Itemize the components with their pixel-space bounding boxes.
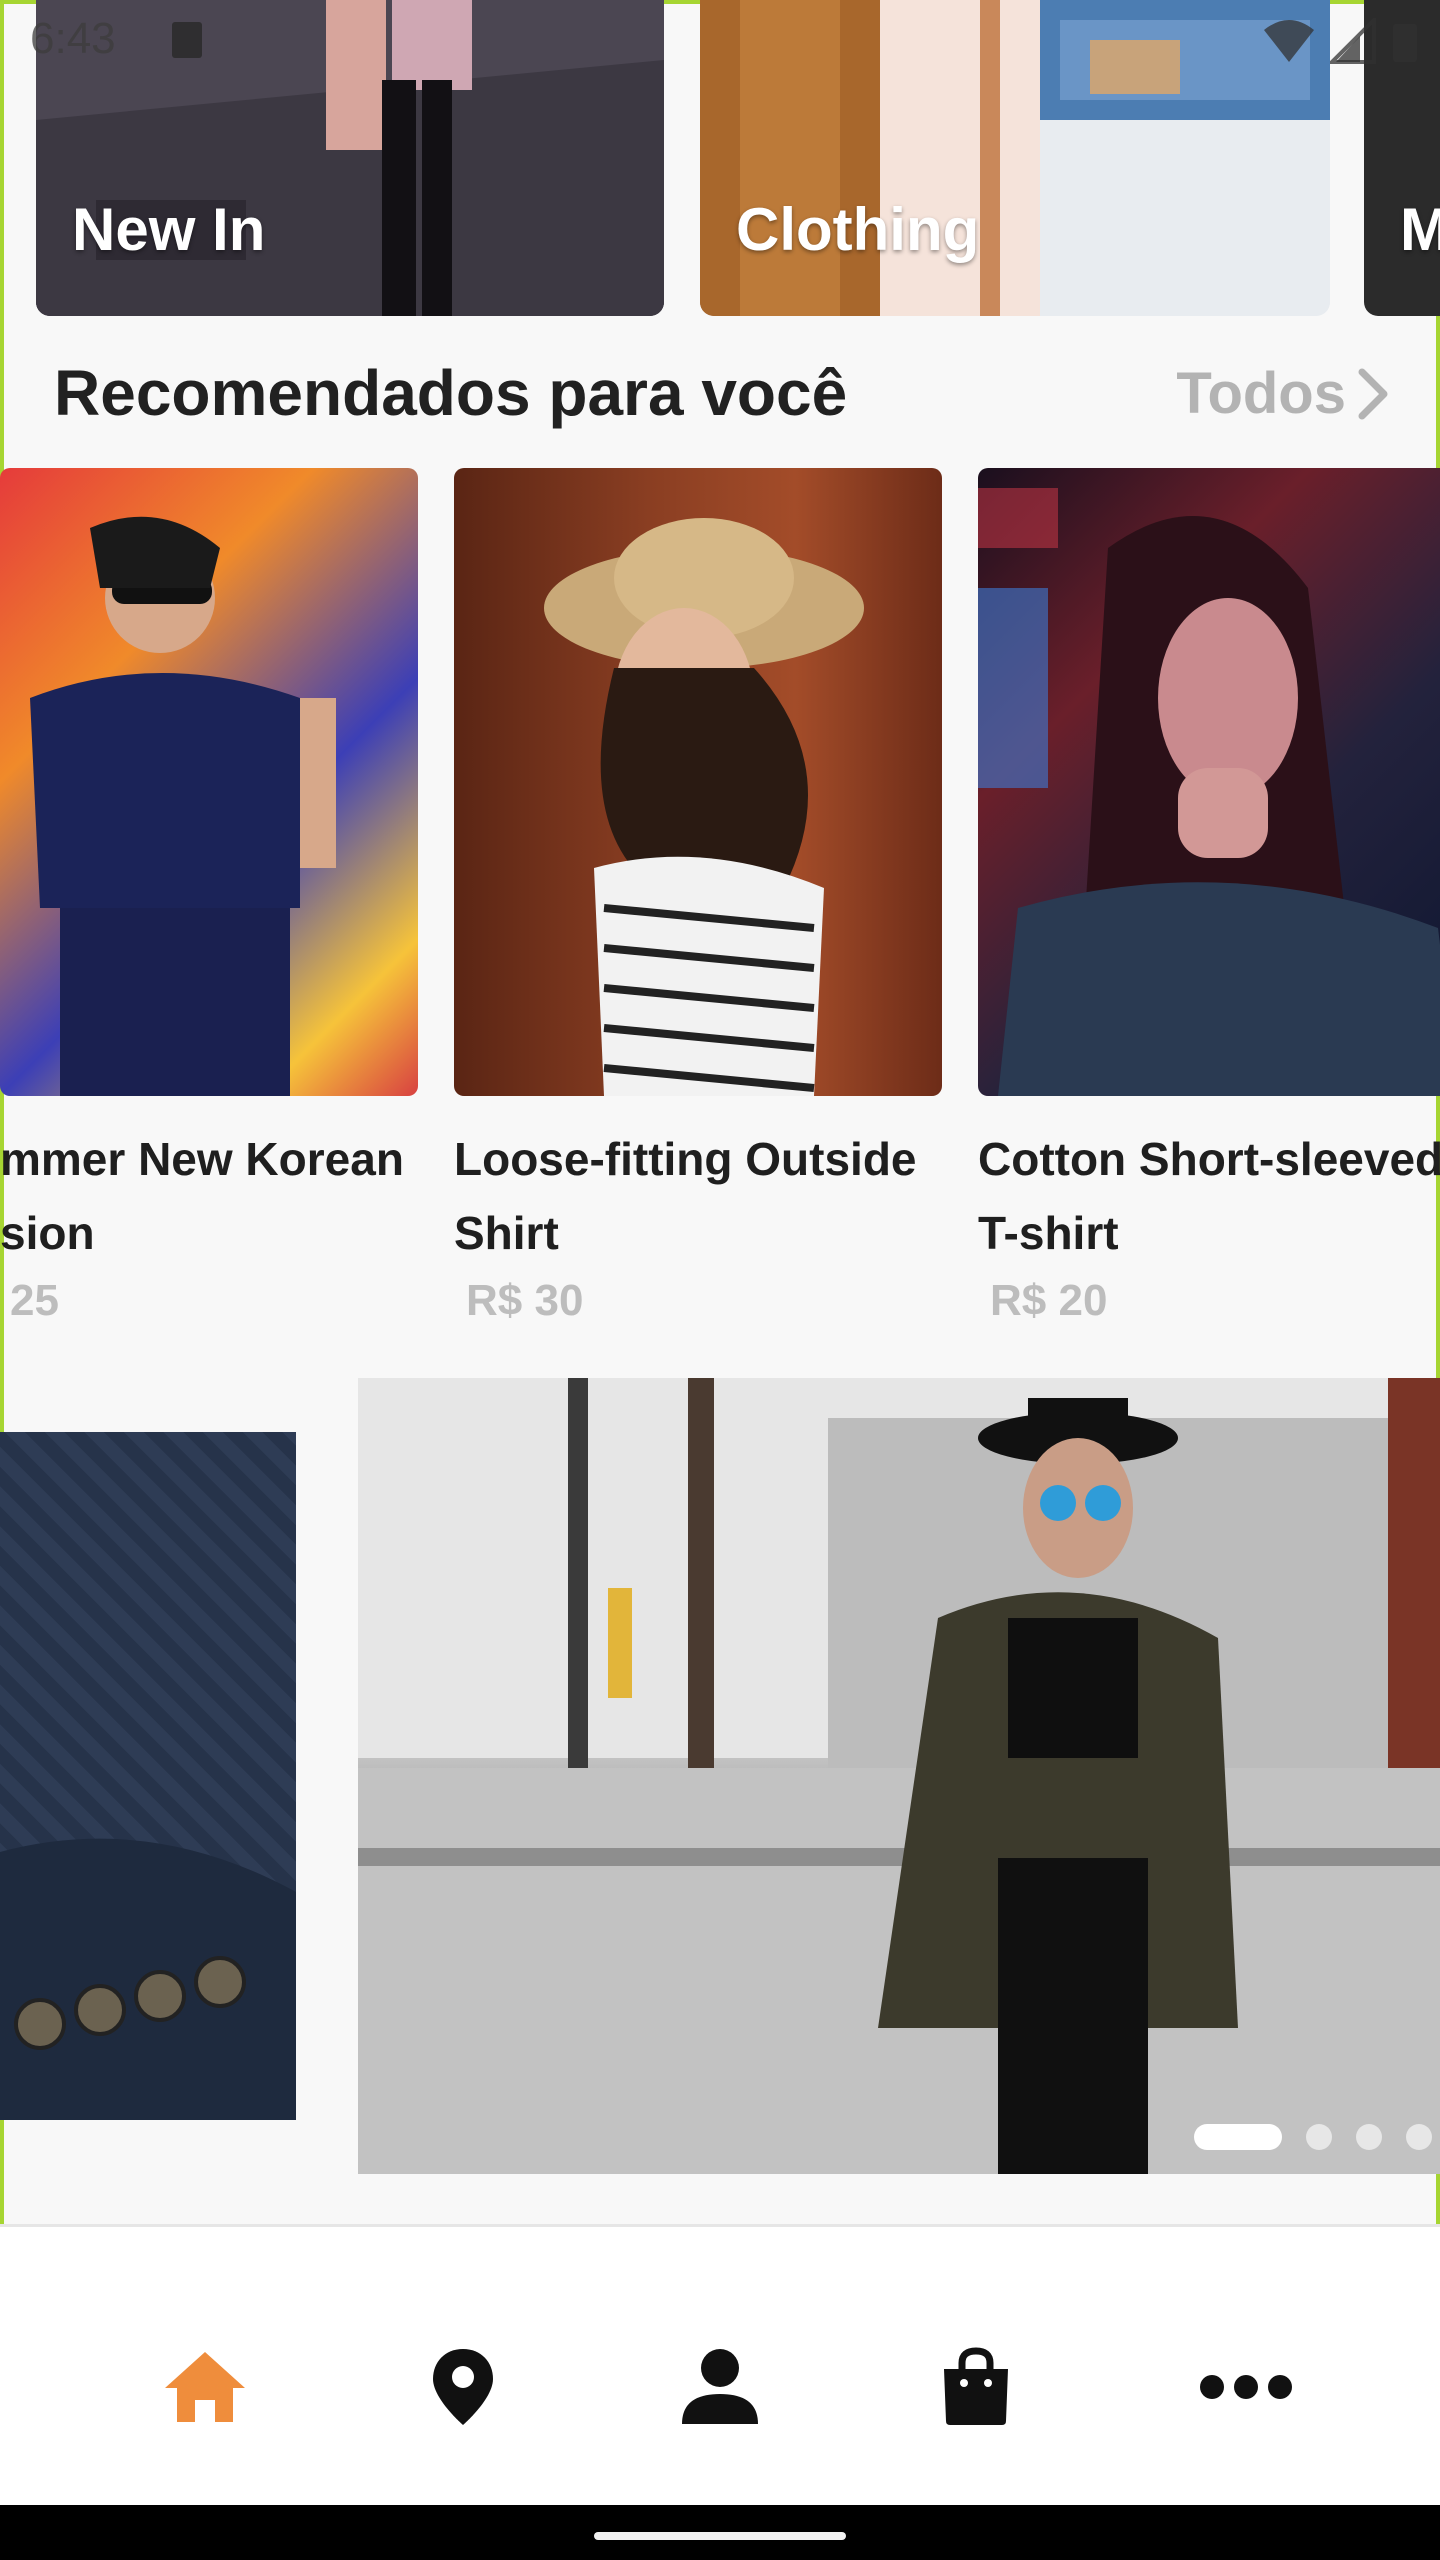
chevron-right-icon	[1358, 368, 1388, 419]
product-name[interactable]: mmer New Korean sion	[0, 1122, 520, 1270]
carousel-dot-active[interactable]	[1194, 2124, 1282, 2150]
sim-icon	[172, 22, 202, 58]
banner-slide-previous[interactable]	[0, 1432, 296, 2120]
category-label: New In	[72, 196, 266, 263]
nav-location[interactable]	[413, 2337, 513, 2437]
shopping-bag-icon	[944, 2347, 1008, 2425]
status-bar: 6:43	[0, 0, 1440, 80]
app-screen: 6:43 New In Clothing M Recomendados para…	[0, 0, 1440, 2505]
section-title: Recomendados para você	[54, 357, 848, 429]
product-price: R$ 30	[466, 1276, 584, 1325]
signal-icon	[1330, 18, 1376, 64]
nav-more[interactable]	[1196, 2337, 1296, 2437]
nav-home[interactable]	[155, 2337, 255, 2437]
profile-icon	[682, 2349, 758, 2424]
see-all-link[interactable]: Todos	[1176, 360, 1390, 427]
bottom-navigation	[0, 2224, 1440, 2505]
carousel-dot[interactable]	[1356, 2124, 1382, 2150]
status-time: 6:43	[30, 14, 116, 63]
category-label: M	[1400, 196, 1440, 263]
home-icon	[165, 2352, 245, 2422]
see-all-label: Todos	[1176, 361, 1346, 426]
carousel-dot[interactable]	[1306, 2124, 1332, 2150]
banner-slide-current[interactable]	[358, 1378, 1440, 2174]
category-label: Clothing	[736, 196, 980, 263]
banner-photo	[0, 1838, 296, 2120]
more-icon	[1200, 2375, 1292, 2399]
nav-profile[interactable]	[670, 2337, 770, 2437]
carousel-dot[interactable]	[1406, 2124, 1432, 2150]
battery-icon	[1393, 24, 1417, 62]
product-photo	[30, 516, 336, 1096]
banner-photo	[358, 1378, 1440, 2174]
product-price: 25	[10, 1276, 59, 1325]
nav-bag[interactable]	[926, 2337, 1026, 2437]
product-name[interactable]: Loose-fitting Outside Shirt	[454, 1122, 974, 1270]
product-photo	[978, 488, 1440, 1096]
product-name[interactable]: Cotton Short-sleeved T-shirt	[978, 1122, 1440, 1270]
product-image[interactable]	[454, 468, 942, 1096]
product-image[interactable]	[0, 468, 418, 1096]
gesture-bar[interactable]	[594, 2532, 846, 2540]
product-image[interactable]	[978, 468, 1440, 1096]
location-pin-icon	[433, 2349, 493, 2425]
wifi-icon	[1264, 20, 1314, 62]
carousel-indicator	[1194, 2124, 1432, 2150]
product-price: R$ 20	[990, 1276, 1108, 1325]
product-photo	[544, 518, 864, 1096]
